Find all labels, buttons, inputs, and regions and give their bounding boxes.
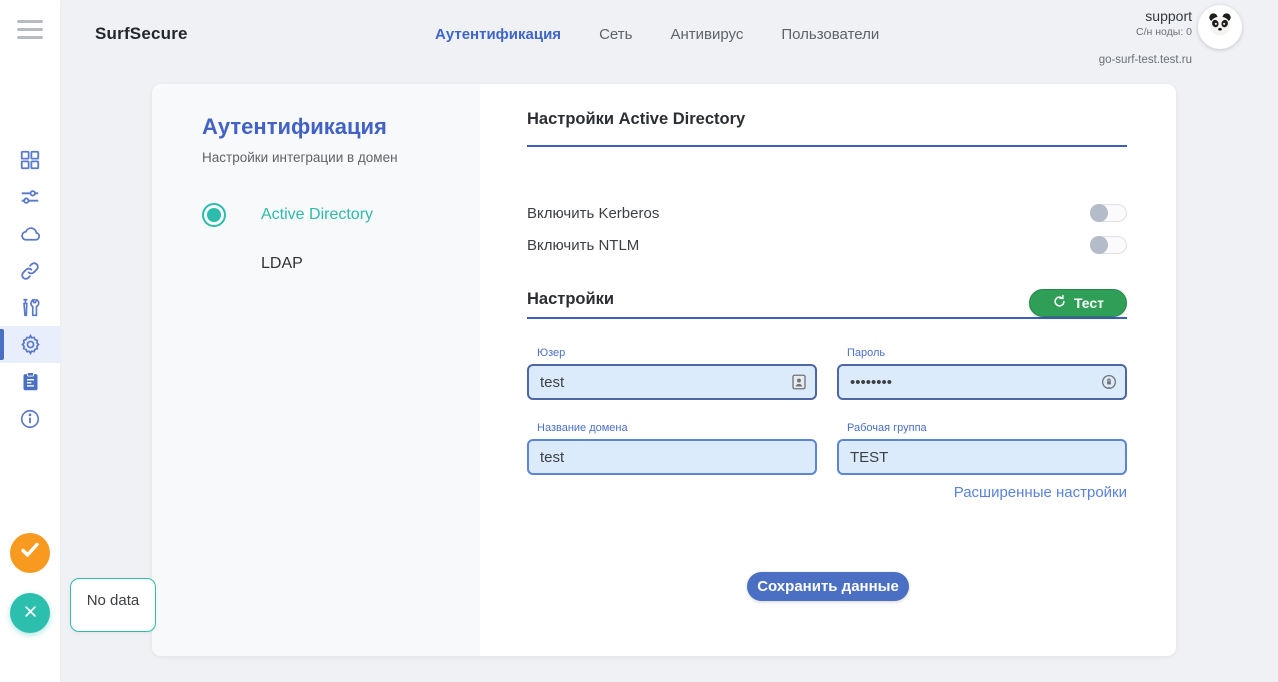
clipboard-icon: [20, 371, 41, 392]
kerberos-label: Включить Kerberos: [527, 204, 660, 222]
settings-section-title: Настройки: [527, 290, 615, 308]
gear-icon: [19, 333, 42, 356]
sidebar-item-cloud[interactable]: [0, 215, 60, 252]
sidebar-item-tune[interactable]: [0, 178, 60, 215]
radio-active-directory[interactable]: Active Directory: [202, 203, 460, 227]
test-button-label: Тест: [1073, 295, 1105, 311]
nav-users[interactable]: Пользователи: [781, 26, 879, 43]
check-icon: [18, 538, 42, 569]
auth-panel: Аутентификация Настройки интеграции в до…: [152, 84, 480, 656]
sidebar-item-tools[interactable]: [0, 289, 60, 326]
nav-authentication[interactable]: Аутентификация: [435, 26, 561, 43]
ntlm-toggle-row: Включить NTLM: [527, 229, 1127, 261]
info-icon: [19, 408, 41, 430]
ad-settings-title: Настройки Active Directory: [527, 110, 746, 128]
radio-label: Active Directory: [261, 206, 374, 223]
radio-selected-icon: [202, 203, 226, 227]
user-nodes-count: С/н ноды: 0: [1136, 25, 1192, 38]
nav-network[interactable]: Сеть: [599, 26, 632, 43]
panda-avatar-icon: [1205, 10, 1235, 45]
auth-panel-subtitle: Настройки интеграции в домен: [202, 150, 398, 165]
avatar[interactable]: [1198, 5, 1242, 49]
radio-unselected-icon: [202, 252, 226, 276]
radio-label: LDAP: [261, 255, 303, 272]
radio-ldap[interactable]: LDAP: [202, 252, 460, 276]
refresh-icon: [1052, 294, 1067, 312]
kerberos-toggle[interactable]: [1090, 204, 1127, 222]
user-host: go-surf-test.test.ru: [1098, 53, 1192, 66]
sidebar-item-tasks[interactable]: [0, 363, 60, 400]
brand-logo: SurfSecure: [95, 24, 188, 43]
top-nav: Аутентификация Сеть Антивирус Пользовате…: [435, 0, 879, 68]
domain-input[interactable]: [527, 439, 817, 475]
workgroup-field-label: Рабочая группа: [847, 422, 927, 434]
password-field-label: Пароль: [847, 347, 886, 359]
nav-antivirus[interactable]: Антивирус: [670, 26, 743, 43]
sidebar-item-info[interactable]: [0, 400, 60, 437]
domain-field-label: Название домена: [537, 422, 628, 434]
tools-icon: [19, 297, 41, 319]
settings-section-header: Настройки Тест: [527, 289, 1127, 319]
advanced-settings-link[interactable]: Расширенные настройки: [954, 484, 1127, 501]
autofill-contact-icon[interactable]: [790, 373, 808, 391]
ad-settings-header: Настройки Active Directory: [527, 110, 1127, 147]
close-icon: [23, 603, 38, 624]
user-input[interactable]: [527, 364, 817, 400]
kerberos-toggle-row: Включить Kerberos: [527, 197, 1127, 229]
link-icon: [19, 260, 41, 282]
save-row: Сохранить данные: [480, 572, 1176, 601]
cloud-icon: [19, 222, 42, 245]
sidebar-item-dashboard[interactable]: [0, 141, 60, 178]
test-button[interactable]: Тест: [1029, 289, 1127, 317]
save-button[interactable]: Сохранить данные: [747, 572, 909, 601]
close-fab-button[interactable]: [10, 593, 50, 633]
no-data-tooltip-text: No data: [86, 592, 140, 609]
workgroup-input[interactable]: [837, 439, 1127, 475]
user-field-label: Юзер: [537, 347, 566, 359]
sidebar-item-settings[interactable]: [0, 326, 60, 363]
password-field-group: Пароль: [837, 347, 1127, 400]
tune-icon: [19, 186, 41, 208]
header: SurfSecure Аутентификация Сеть Антивирус…: [60, 0, 1278, 68]
workgroup-field-group: Рабочая группа: [837, 422, 1127, 475]
auth-method-list: Active Directory LDAP: [202, 203, 460, 276]
user-name: support: [1145, 8, 1192, 24]
rail-nav: [0, 141, 60, 437]
ntlm-toggle[interactable]: [1090, 236, 1127, 254]
menu-hamburger-icon[interactable]: [17, 20, 43, 44]
sidebar-item-link[interactable]: [0, 252, 60, 289]
dashboard-icon: [19, 149, 41, 171]
settings-form: Юзер Пароль: [527, 347, 1127, 475]
domain-field-group: Название домена: [527, 422, 817, 475]
settings-panel: Настройки Active Directory Включить Kerb…: [480, 84, 1176, 656]
toggle-group: Включить Kerberos Включить NTLM: [527, 197, 1127, 261]
password-key-icon[interactable]: [1100, 373, 1118, 391]
password-input[interactable]: [837, 364, 1127, 400]
ntlm-label: Включить NTLM: [527, 236, 640, 254]
user-field-group: Юзер: [527, 347, 817, 400]
advanced-settings-row: Расширенные настройки: [527, 484, 1127, 501]
auth-panel-title: Аутентификация: [202, 114, 387, 139]
content-card: Аутентификация Настройки интеграции в до…: [152, 84, 1176, 656]
success-check-button[interactable]: [10, 533, 50, 573]
left-rail: [0, 0, 60, 682]
user-block: support С/н ноды: 0 go-surf-test.test.ru: [1099, 8, 1192, 67]
no-data-tooltip: No data: [70, 578, 156, 632]
